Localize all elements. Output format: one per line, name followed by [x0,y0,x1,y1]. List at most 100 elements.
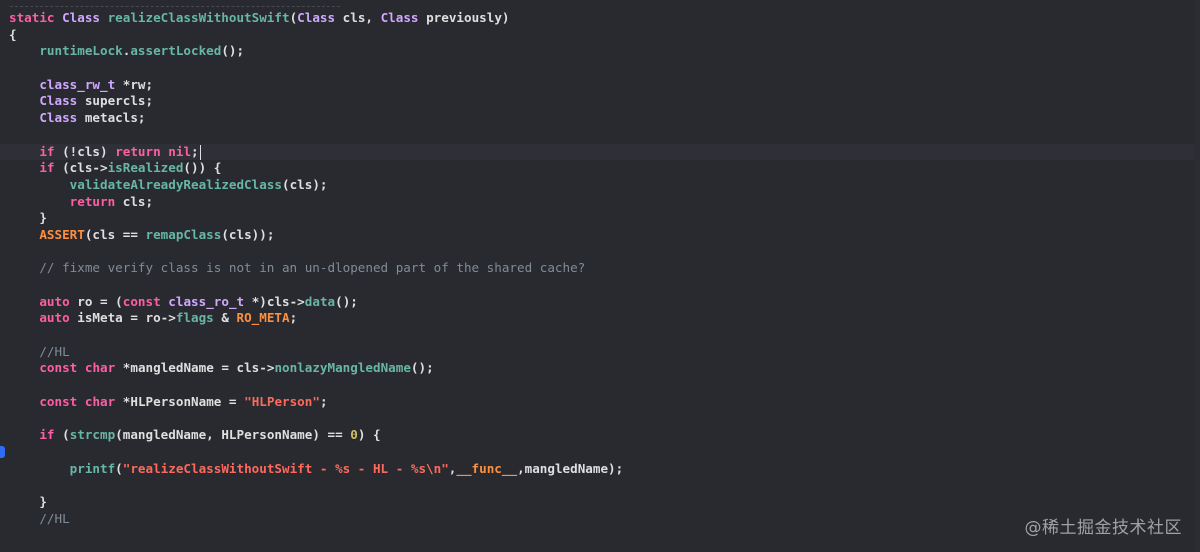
code-lines[interactable]: static Class realizeClassWithoutSwift (Cl… [0,10,1200,527]
code-token: // fixme verify class is not in an un-dl… [39,260,586,276]
code-token: __func__ [456,460,518,476]
code-token: class_ro_t [168,293,245,309]
code-token: metacls; [77,110,146,126]
code-line[interactable]: const char *mangledName = cls->nonlazyMa… [0,360,1200,377]
code-token: //HL [39,510,70,526]
code-line[interactable] [0,244,1200,261]
code-line[interactable]: auto ro = (const class_ro_t *)cls->data(… [0,294,1200,311]
code-line[interactable]: class_rw_t *rw; [0,77,1200,94]
code-token: flags [175,310,214,326]
code-token: strcmp [69,427,116,443]
code-token: *HLPersonName = [115,393,245,409]
code-token: 0 [350,427,358,443]
code-token: (); [410,360,434,376]
code-token: class_rw_t [39,76,116,92]
code-token: (); [221,43,245,59]
code-token: ) { [357,427,381,443]
code-token: ( [54,427,70,443]
code-line[interactable]: if (!cls) return nil; [0,143,1200,161]
watermark: @稀土掘金技术社区 [1024,518,1182,538]
code-line[interactable]: //HL [0,344,1200,361]
code-token: ()) { [183,160,222,176]
code-line[interactable] [0,60,1200,77]
code-line[interactable]: static Class realizeClassWithoutSwift(Cl… [0,10,1200,27]
code-token: data [304,293,336,309]
code-line[interactable] [0,277,1200,294]
code-line[interactable]: validateAlreadyRealizedClass(cls); [0,177,1200,194]
code-token: isRealized [107,160,184,176]
code-line[interactable]: if (cls->isRealized()) { [0,160,1200,177]
code-token: supercls; [77,93,154,109]
code-token: ASSERT [39,226,85,242]
code-token: remapClass [145,226,222,242]
code-token: realizeClassWithoutSwift [107,10,290,25]
code-token: *)cls-> [244,293,305,309]
code-line[interactable] [0,444,1200,461]
code-line[interactable]: Class metacls; [0,110,1200,127]
code-token: if [39,143,55,159]
code-token: auto [39,293,70,309]
code-token: runtimeLock [39,43,123,59]
code-line[interactable] [0,327,1200,344]
code-line[interactable]: return cls; [0,194,1200,211]
code-line[interactable] [0,377,1200,394]
code-token: (mangledName, HLPersonName) == [115,427,351,443]
code-token: (); [335,293,358,309]
code-line[interactable]: if (strcmp(mangledName, HLPersonName) ==… [0,427,1200,444]
code-line[interactable]: { [0,27,1200,44]
code-line[interactable]: const char *HLPersonName = "HLPerson"; [0,394,1200,411]
code-token: ; [289,310,298,326]
code-token: } [9,210,47,226]
code-token: return [115,143,161,159]
breakpoint-marker[interactable] [0,446,5,459]
code-token: ,mangledName); [517,460,624,476]
code-token: Class [297,10,336,25]
code-token: } [9,493,47,509]
code-token: (cls == [84,226,146,242]
code-line[interactable]: //HL [0,511,1200,528]
code-line[interactable] [0,411,1200,428]
code-token: const [39,393,78,409]
code-token: Class [380,10,419,25]
code-line[interactable] [0,127,1200,144]
code-token: return [69,193,116,209]
code-line[interactable]: ASSERT(cls == remapClass(cls)); [0,227,1200,244]
code-editor[interactable]: static Class realizeClassWithoutSwift (Cl… [0,0,1200,552]
code-line[interactable] [0,477,1200,494]
code-token: cls; [115,193,154,209]
code-token: isMeta = ro-> [69,310,176,326]
code-line[interactable]: } [0,210,1200,227]
code-token: Class [39,93,78,109]
code-token: printf [69,460,116,476]
scrollbar[interactable] [1194,0,1200,552]
code-token: RO_META [236,310,290,326]
code-line[interactable]: runtimeLock.assertLocked(); [0,43,1200,60]
code-token: char [84,360,116,376]
code-token: nil [168,143,192,159]
code-line[interactable]: } [0,494,1200,511]
code-line[interactable]: auto isMeta = ro->flags & RO_META; [0,310,1200,327]
code-line[interactable]: Class supercls; [0,93,1200,110]
code-token: previously) [418,10,510,25]
code-line[interactable]: // fixme verify class is not in an un-dl… [0,260,1200,277]
code-token: "HLPerson" [244,393,320,409]
code-token: Class [62,10,108,25]
code-line[interactable]: printf("realizeClassWithoutSwift - %s - … [0,461,1200,478]
code-token: *rw; [115,76,154,92]
code-token: "realizeClassWithoutSwift - %s - HL - %s… [122,460,449,476]
code-token: if [39,160,55,176]
text-cursor [199,144,201,160]
code-token: const [122,293,161,309]
code-token: if [39,427,55,443]
code-token: (cls)); [221,226,275,242]
